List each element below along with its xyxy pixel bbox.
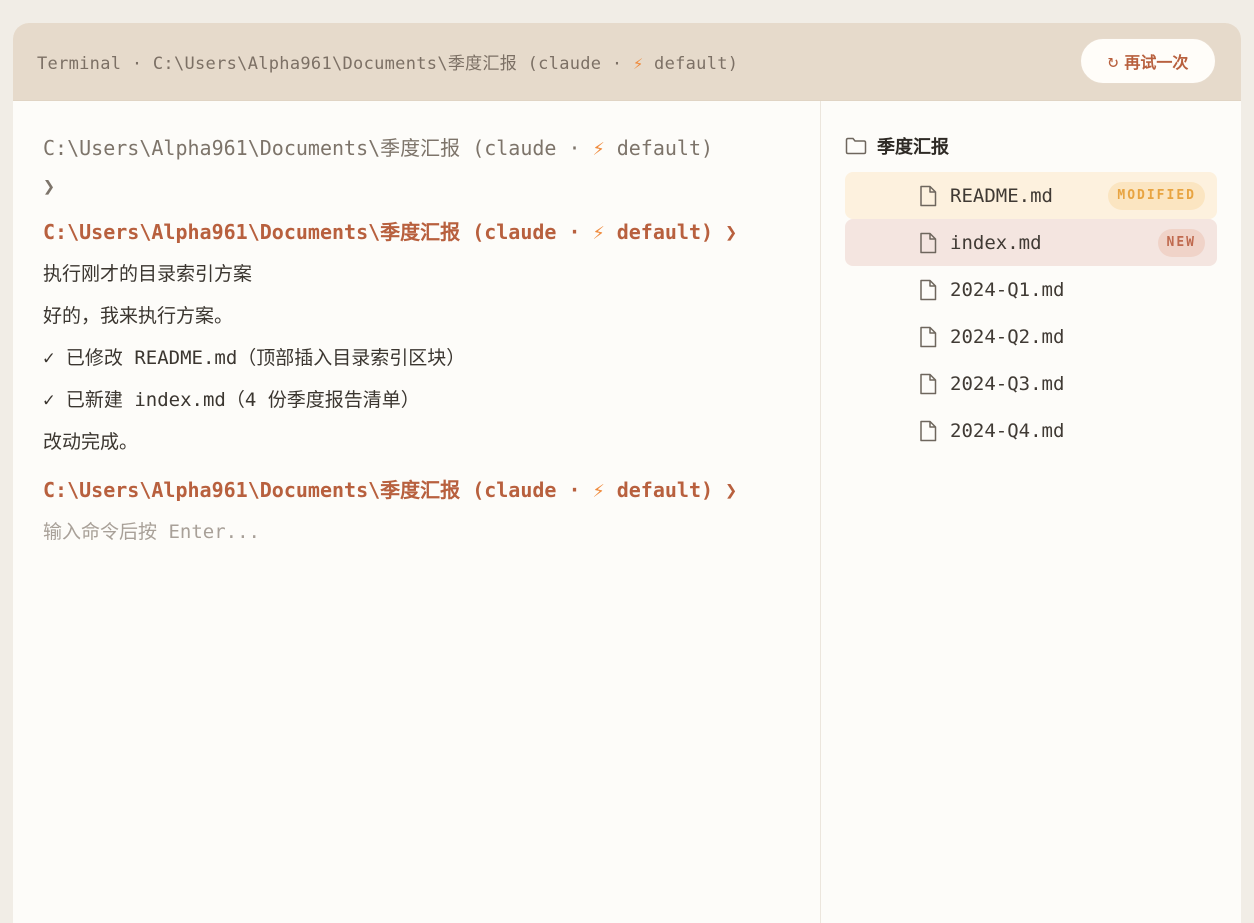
prompt-line-active: C:\Users\Alpha961\Documents\季度汇报 (claude…: [43, 474, 737, 503]
prompt-mode: default): [604, 136, 714, 160]
file-name: 2024-Q3.md: [950, 372, 1065, 395]
prompt-path: C:\Users\Alpha961\Documents\季度汇报 (claude…: [43, 136, 593, 160]
prompt-path: C:\Users\Alpha961\Documents\季度汇报 (claude…: [43, 220, 593, 244]
prompt-line-command: C:\Users\Alpha961\Documents\季度汇报 (claude…: [43, 216, 737, 245]
folder-label: 季度汇报: [877, 137, 949, 158]
lightning-icon: ⚡: [592, 478, 605, 502]
modified-badge: MODIFIED: [1108, 181, 1205, 210]
file-name: 2024-Q2.md: [950, 325, 1065, 348]
file-name: README.md: [950, 184, 1053, 207]
file-icon: [920, 279, 937, 301]
file-item-readme[interactable]: README.md MODIFIED: [845, 172, 1217, 219]
terminal-window: Terminal · C:\Users\Alpha961\Documents\季…: [13, 23, 1241, 923]
file-name: index.md: [950, 231, 1042, 254]
prompt-path: C:\Users\Alpha961\Documents\季度汇报 (claude…: [43, 478, 593, 502]
command-input[interactable]: 输入命令后按 Enter...: [43, 517, 260, 544]
file-tree-panel: 季度汇报 README.md MODIFIED index.md NEW 202…: [821, 101, 1241, 923]
prompt-mode: default): [604, 478, 714, 502]
lightning-icon: ⚡: [632, 54, 644, 74]
window-header: Terminal · C:\Users\Alpha961\Documents\季…: [13, 23, 1241, 101]
retry-button[interactable]: ↻ 再试一次: [1080, 38, 1216, 84]
file-icon: [920, 373, 937, 395]
file-name: 2024-Q1.md: [950, 278, 1065, 301]
file-item-2024-q2[interactable]: 2024-Q2.md: [845, 313, 1217, 360]
prompt-line-idle: C:\Users\Alpha961\Documents\季度汇报 (claude…: [43, 132, 713, 161]
window-title-suffix: default): [643, 54, 739, 74]
file-icon: [920, 232, 937, 254]
file-item-2024-q3[interactable]: 2024-Q3.md: [845, 360, 1217, 407]
file-icon: [920, 185, 937, 207]
file-icon: [920, 326, 937, 348]
folder-item[interactable]: 季度汇报: [845, 133, 949, 159]
file-name: 2024-Q4.md: [950, 419, 1065, 442]
response-line: 好的，我来执行方案。: [43, 305, 234, 327]
prompt-mode: default): [604, 220, 714, 244]
response-line: ✓ 已修改 README.md（顶部插入目录索引区块）: [43, 347, 466, 369]
response-line: 改动完成。: [43, 431, 139, 453]
file-icon: [920, 420, 937, 442]
window-title-prefix: Terminal · C:\Users\Alpha961\Documents\季…: [37, 54, 633, 74]
file-item-index[interactable]: index.md NEW: [845, 219, 1217, 266]
retry-label: 再试一次: [1124, 53, 1189, 72]
command-text: 执行刚才的目录索引方案: [43, 263, 253, 285]
response-line: ✓ 已新建 index.md（4 份季度报告清单）: [43, 389, 420, 411]
window-title: Terminal · C:\Users\Alpha961\Documents\季…: [37, 49, 738, 74]
lightning-icon: ⚡: [592, 136, 605, 160]
prompt-arrow: ❯: [725, 478, 738, 502]
file-item-2024-q1[interactable]: 2024-Q1.md: [845, 266, 1217, 313]
new-badge: NEW: [1157, 228, 1205, 257]
terminal-output: C:\Users\Alpha961\Documents\季度汇报 (claude…: [13, 101, 821, 923]
lightning-icon: ⚡: [592, 220, 605, 244]
prompt-arrow: ❯: [43, 174, 56, 198]
prompt-arrow: ❯: [725, 220, 738, 244]
file-item-2024-q4[interactable]: 2024-Q4.md: [845, 407, 1217, 454]
refresh-icon: ↻: [1107, 50, 1119, 72]
folder-icon: [845, 137, 867, 155]
